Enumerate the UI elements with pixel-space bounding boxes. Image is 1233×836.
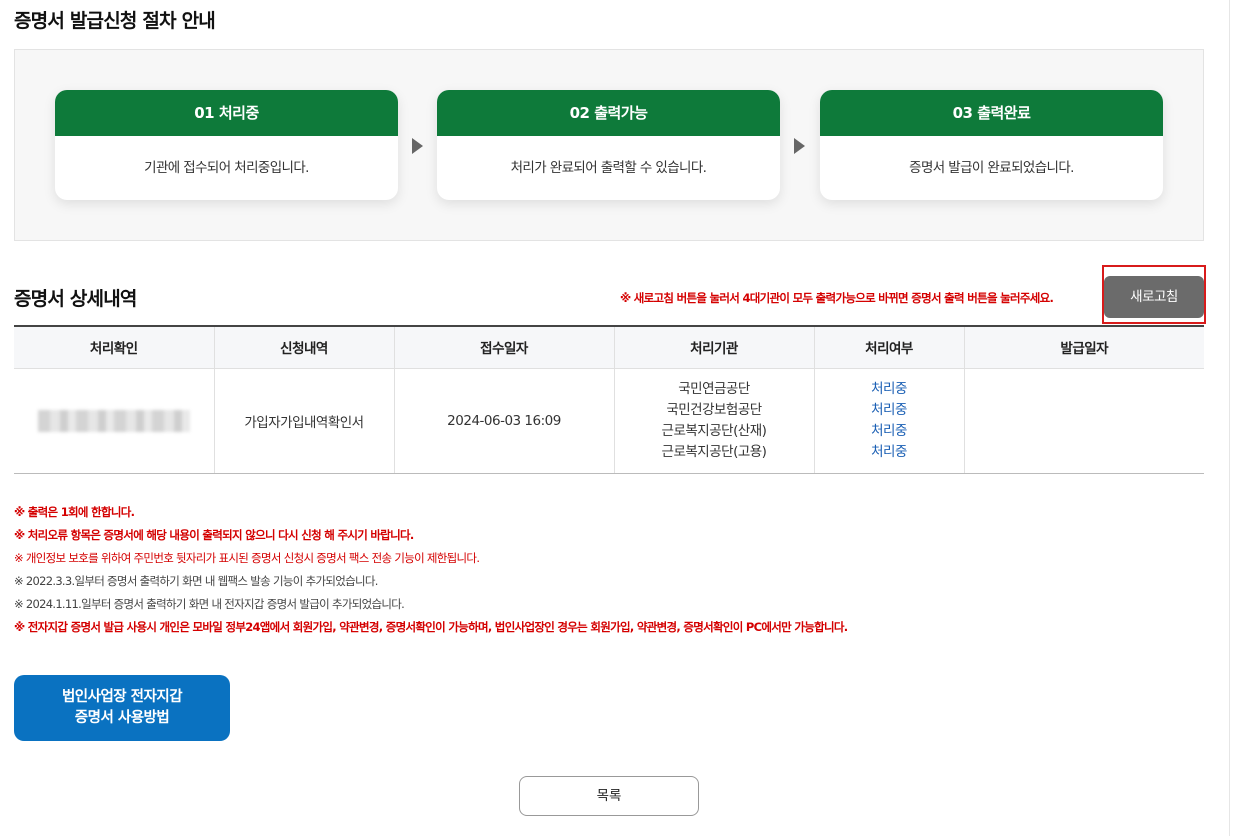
date-cell: 2024-06-03 16:09: [393, 368, 614, 474]
step-body: 기관에 접수되어 처리중입니다.: [144, 160, 309, 176]
agency-name: 국민건강보험공단: [666, 401, 762, 418]
note-item: ※ 전자지갑 증명서 발급 사용시 개인은 모바일 정부24앱에서 회원가입, …: [14, 620, 848, 634]
issue-date-cell: [963, 368, 1204, 474]
table-row: 가입자가입내역확인서 2024-06-03 16:09 국민연금공단 국민건강보…: [14, 368, 1204, 474]
arrow-right-icon: [794, 138, 805, 154]
agency-cell: 국민연금공단 국민건강보험공단 근로복지공단(산재) 근로복지공단(고용): [613, 368, 814, 474]
notes-list: ※ 출력은 1회에 한합니다. ※ 처리오류 항목은 증명서에 해당 내용이 출…: [14, 505, 848, 643]
note-item: ※ 2024.1.11.일부터 증명서 출력하기 화면 내 전자지갑 증명서 발…: [14, 597, 405, 611]
guide-button-line2: 증명서 사용방법: [74, 710, 170, 726]
status-link[interactable]: 처리중: [815, 379, 964, 400]
request-cell: 가입자가입내역확인서: [213, 368, 394, 474]
column-header: 접수일자: [393, 326, 614, 369]
procedure-title: 증명서 발급신청 절차 안내: [14, 10, 216, 32]
status-link[interactable]: 처리중: [815, 421, 964, 442]
check-cell: [14, 368, 214, 474]
table-header-row: 처리확인 신청내역 접수일자 처리기관 처리여부 발급일자: [14, 326, 1204, 369]
right-divider: [1229, 0, 1230, 836]
column-header: 발급일자: [963, 326, 1204, 369]
procedure-steps-panel: 01 처리중 기관에 접수되어 처리중입니다. 02 출력가능 처리가 완료되어…: [14, 49, 1204, 241]
redacted-identifier: [37, 409, 190, 432]
column-header: 처리확인: [14, 326, 214, 369]
refresh-notice: ※ 새로고침 버튼을 눌러서 4대기관이 모두 출력가능으로 바뀌면 증명서 출…: [620, 291, 1054, 305]
column-header: 신청내역: [213, 326, 394, 369]
list-button[interactable]: 목록: [519, 776, 699, 816]
step-card-completed: 03 출력완료 증명서 발급이 완료되었습니다.: [820, 90, 1163, 200]
step-card-printable: 02 출력가능 처리가 완료되어 출력할 수 있습니다.: [437, 90, 780, 200]
step-body: 증명서 발급이 완료되었습니다.: [909, 160, 1074, 176]
note-item: ※ 개인정보 보호를 위하여 주민번호 뒷자리가 표시된 증명서 신청시 증명서…: [14, 551, 480, 565]
step-head: 02 출력가능: [437, 90, 780, 136]
refresh-button[interactable]: 새로고침: [1104, 276, 1204, 318]
guide-button-line1: 법인사업장 전자지갑: [61, 689, 183, 705]
status-link[interactable]: 처리중: [815, 442, 964, 463]
agency-name: 국민연금공단: [678, 380, 750, 397]
note-item: ※ 2022.3.3.일부터 증명서 출력하기 화면 내 웹팩스 발송 기능이 …: [14, 574, 378, 588]
column-header: 처리여부: [813, 326, 964, 369]
agency-name: 근로복지공단(산재): [661, 422, 767, 439]
detail-title: 증명서 상세내역: [14, 288, 137, 310]
step-card-processing: 01 처리중 기관에 접수되어 처리중입니다.: [55, 90, 398, 200]
step-body: 처리가 완료되어 출력할 수 있습니다.: [510, 160, 707, 176]
status-link[interactable]: 처리중: [815, 400, 964, 421]
arrow-right-icon: [412, 138, 423, 154]
step-head: 01 처리중: [55, 90, 398, 136]
column-header: 처리기관: [613, 326, 814, 369]
status-cell: 처리중 처리중 처리중 처리중: [813, 368, 964, 474]
note-item: ※ 처리오류 항목은 증명서에 해당 내용이 출력되지 않으니 다시 신청 해 …: [14, 528, 414, 542]
step-head: 03 출력완료: [820, 90, 1163, 136]
certificate-detail-table: 처리확인 신청내역 접수일자 처리기관 처리여부 발급일자 가입자가입내역확인서…: [14, 325, 1204, 474]
agency-name: 근로복지공단(고용): [661, 443, 767, 460]
wallet-guide-button[interactable]: 법인사업장 전자지갑 증명서 사용방법: [14, 675, 230, 741]
note-item: ※ 출력은 1회에 한합니다.: [14, 505, 135, 519]
